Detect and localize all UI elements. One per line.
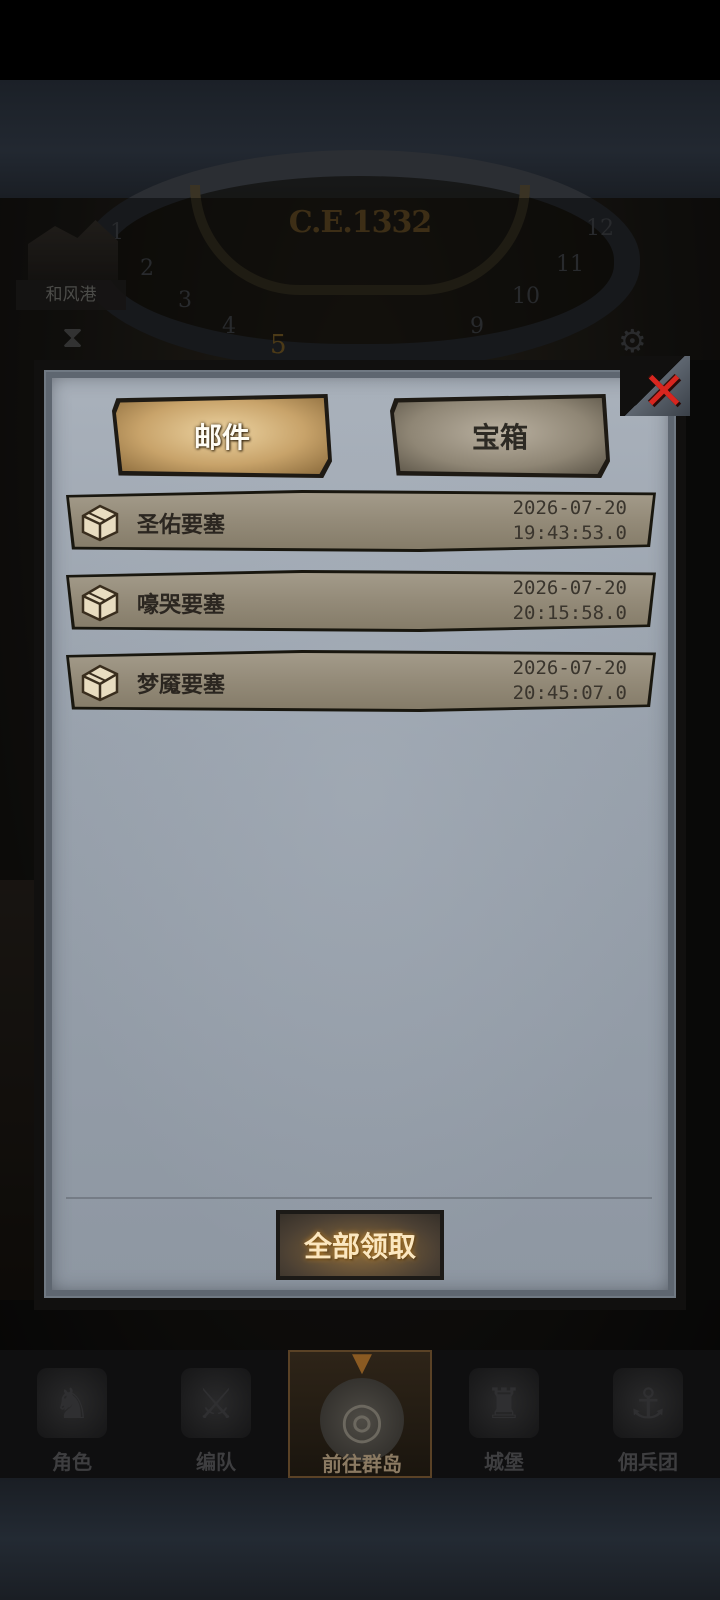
claim-all-label: 全部领取 (280, 1214, 440, 1276)
nav-item-mercenary[interactable]: ⚓ 佣兵团 (576, 1350, 720, 1478)
ship-icon: ⚓ (613, 1368, 683, 1438)
nav-item-islands[interactable]: ▼ ◎ 前往群岛 (288, 1348, 432, 1478)
bottom-band (0, 1478, 720, 1600)
mail-timestamp: 2026-07-20 20:15:58.0 (513, 576, 627, 626)
chest-icon (81, 584, 119, 622)
tab-chest[interactable]: 宝箱 (394, 398, 606, 474)
mail-item[interactable]: 圣佑要塞 2026-07-20 19:43:53.0 (66, 490, 656, 552)
divider (66, 1197, 652, 1199)
nav-label: 角色 (52, 1450, 92, 1474)
nav-label: 城堡 (484, 1450, 524, 1474)
mail-date: 2026-07-20 (512, 657, 627, 679)
mail-timestamp: 2026-07-20 20:45:07.0 (513, 656, 627, 706)
nav-item-squad[interactable]: ⚔ 编队 (144, 1350, 288, 1478)
claim-all-button[interactable]: 全部领取 (276, 1210, 444, 1280)
nav-label: 编队 (196, 1450, 236, 1474)
chest-icon (81, 664, 119, 702)
tab-mail[interactable]: 邮件 (116, 398, 328, 474)
mail-item[interactable]: 嚎哭要塞 2026-07-20 20:15:58.0 (66, 570, 656, 632)
nav-item-castle[interactable]: ♜ 城堡 (432, 1350, 576, 1478)
close-x-icon: ✕ (642, 362, 686, 422)
knight-icon: ♞ (37, 1368, 107, 1438)
mail-date: 2026-07-20 (512, 577, 627, 599)
mail-time: 20:15:58.0 (512, 602, 627, 624)
nav-item-character[interactable]: ♞ 角色 (0, 1350, 144, 1478)
bottom-nav: ♞ 角色 ⚔ 编队 ▼ ◎ 前往群岛 ♜ 城堡 ⚓ 佣兵团 (0, 1348, 720, 1478)
chest-icon (81, 504, 119, 542)
status-bar-area (0, 0, 720, 80)
nav-label: 前往群岛 (322, 1452, 402, 1476)
mail-title: 圣佑要塞 (137, 513, 226, 538)
mail-title: 梦魇要塞 (137, 673, 226, 698)
mail-title: 嚎哭要塞 (137, 593, 226, 618)
mail-date: 2026-07-20 (512, 497, 627, 519)
squad-icon: ⚔ (181, 1368, 251, 1438)
nav-label: 佣兵团 (618, 1450, 678, 1474)
mail-item[interactable]: 梦魇要塞 2026-07-20 20:45:07.0 (66, 650, 656, 712)
mail-timestamp: 2026-07-20 19:43:53.0 (513, 496, 627, 546)
chevron-down-icon: ▼ (352, 1348, 372, 1378)
mail-time: 20:45:07.0 (512, 682, 627, 704)
castle-icon: ♜ (469, 1368, 539, 1438)
close-button[interactable]: ✕ (636, 364, 692, 420)
mail-time: 19:43:53.0 (512, 522, 627, 544)
